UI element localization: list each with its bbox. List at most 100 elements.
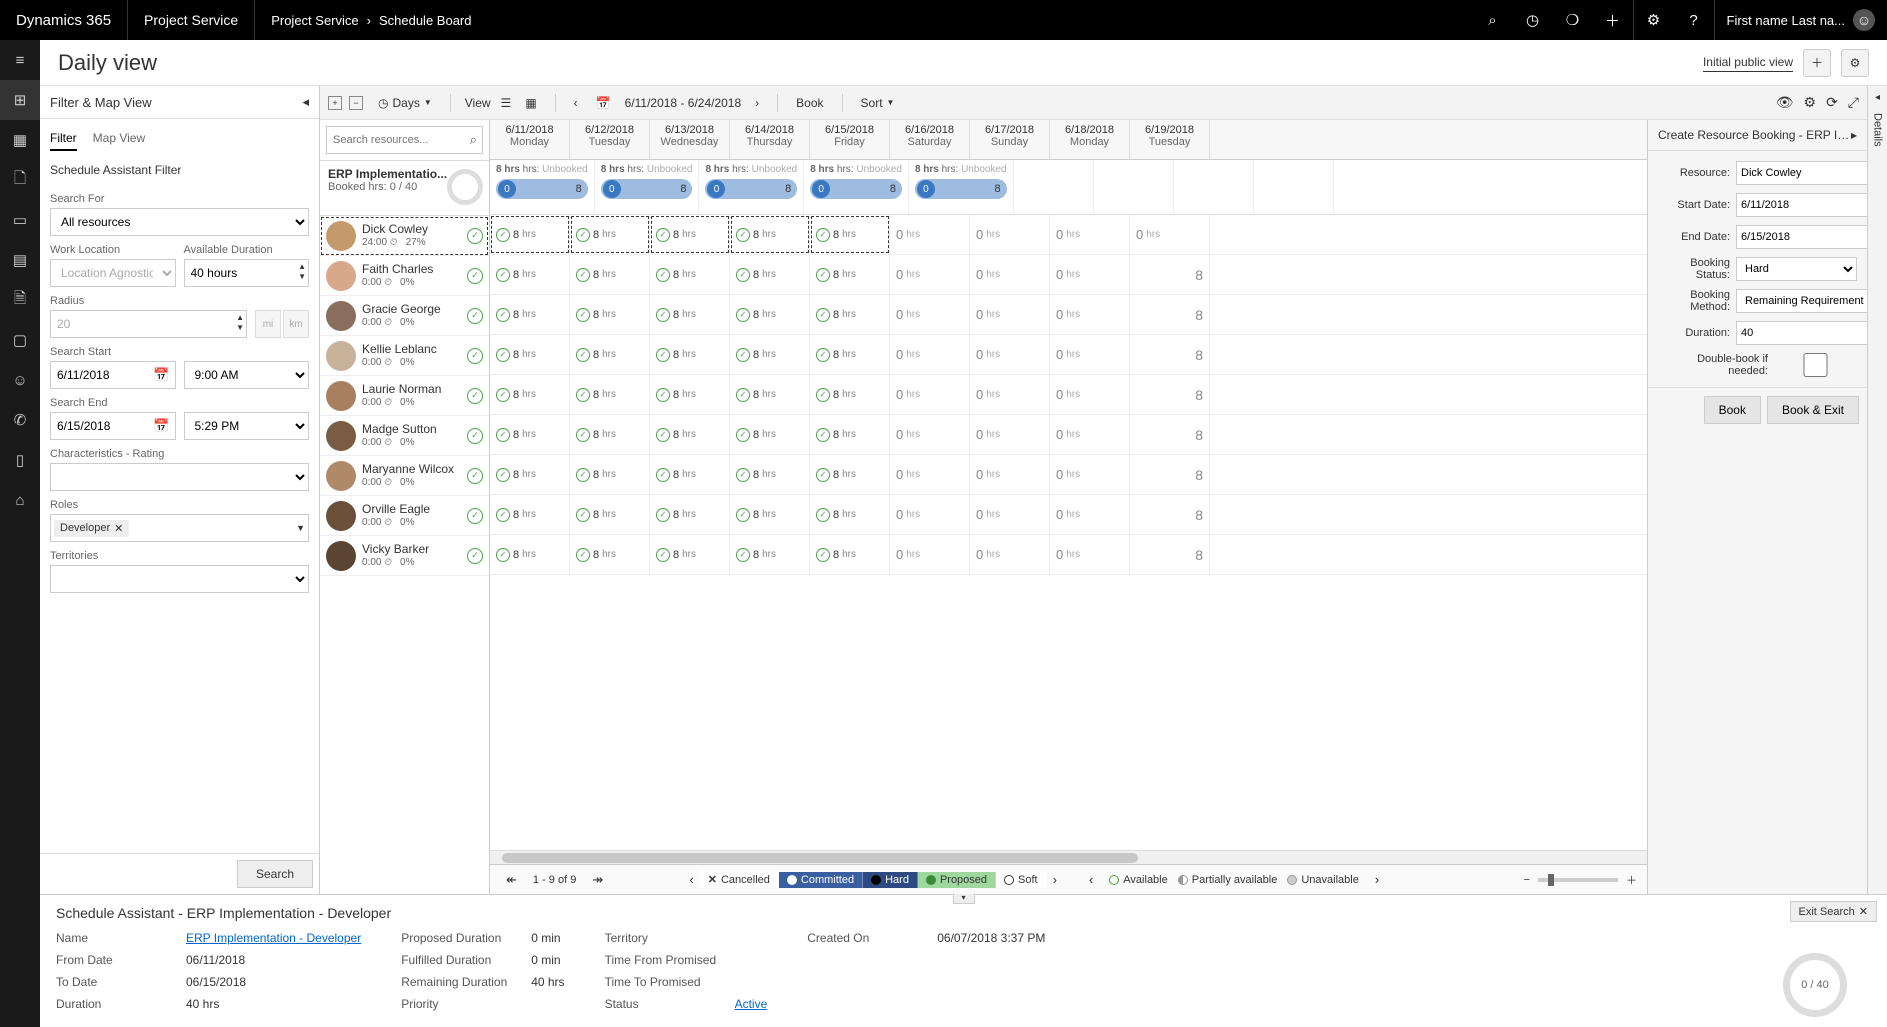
- grid-view-icon[interactable]: ▦: [521, 94, 540, 112]
- schedule-cell[interactable]: 0hrs: [1050, 335, 1130, 374]
- schedule-cell[interactable]: ✓8hrs: [810, 495, 890, 534]
- schedule-cell[interactable]: ✓8hrs: [810, 335, 890, 374]
- search-start-time[interactable]: 9:00 AM: [184, 361, 310, 389]
- resource-row[interactable]: Madge Sutton0:00 ⏲0%✓: [320, 416, 489, 456]
- rail-item[interactable]: ▤: [0, 240, 40, 280]
- resource-row[interactable]: Vicky Barker0:00 ⏲0%✓: [320, 536, 489, 576]
- schedule-cell[interactable]: 0hrs: [970, 375, 1050, 414]
- resource-row[interactable]: Orville Eagle0:00 ⏲0%✓: [320, 496, 489, 536]
- add-icon[interactable]: ＋: [1593, 0, 1633, 40]
- schedule-cell[interactable]: 8: [1130, 495, 1210, 534]
- resource-row[interactable]: Kellie Leblanc0:00 ⏲0%✓: [320, 336, 489, 376]
- spinner-icon[interactable]: ▲▼: [298, 262, 306, 282]
- expand-handle-icon[interactable]: ▾: [953, 894, 975, 904]
- schedule-cell[interactable]: 0hrs: [970, 215, 1050, 254]
- unit-km-button[interactable]: km: [283, 310, 309, 338]
- search-start-date[interactable]: [50, 361, 176, 389]
- gear-icon[interactable]: ⚙: [1804, 94, 1817, 111]
- horizontal-scrollbar[interactable]: [490, 850, 1647, 864]
- schedule-cell[interactable]: ✓8hrs: [730, 375, 810, 414]
- schedule-cell[interactable]: 0hrs: [890, 215, 970, 254]
- collapse-icon[interactable]: ◂: [302, 94, 309, 110]
- schedule-cell[interactable]: 8: [1130, 375, 1210, 414]
- refresh-icon[interactable]: ⟳: [1826, 94, 1838, 111]
- chevron-down-icon[interactable]: ▼: [296, 523, 305, 533]
- schedule-cell[interactable]: 0hrs: [1050, 375, 1130, 414]
- schedule-cell[interactable]: 0hrs: [890, 455, 970, 494]
- schedule-cell[interactable]: 0hrs: [1050, 415, 1130, 454]
- details-rail[interactable]: ◂ Details: [1867, 86, 1887, 894]
- breadcrumb-item[interactable]: Project Service: [271, 13, 358, 28]
- schedule-cell[interactable]: ✓8hrs: [570, 535, 650, 574]
- requirement-cell[interactable]: [1254, 160, 1334, 214]
- rail-item[interactable]: 🗋: [0, 160, 40, 200]
- tab-filter[interactable]: Filter: [50, 127, 77, 151]
- schedule-cell[interactable]: 0hrs: [1050, 495, 1130, 534]
- user-menu[interactable]: First name Last na... ☺: [1715, 9, 1887, 31]
- schedule-cell[interactable]: 0hrs: [1050, 455, 1130, 494]
- schedule-cell[interactable]: ✓8hrs: [490, 495, 570, 534]
- resource-row[interactable]: Maryanne Wilcox0:00 ⏲0%✓: [320, 456, 489, 496]
- schedule-cell[interactable]: 0hrs: [1050, 255, 1130, 294]
- schedule-cell[interactable]: ✓8hrs: [650, 335, 730, 374]
- schedule-cell[interactable]: ✓8hrs: [730, 455, 810, 494]
- expand-icon[interactable]: +: [328, 96, 342, 110]
- requirement-cell[interactable]: [1014, 160, 1094, 214]
- start-date-input[interactable]: [1736, 193, 1867, 217]
- schedule-cell[interactable]: ✓8hrs: [730, 255, 810, 294]
- schedule-cell[interactable]: 0hrs: [1050, 535, 1130, 574]
- calendar-icon[interactable]: 📅: [592, 94, 615, 112]
- search-for-select[interactable]: All resources: [50, 208, 309, 236]
- available-duration-input[interactable]: [184, 259, 310, 287]
- schedule-cell[interactable]: ✓8hrs: [730, 215, 810, 254]
- schedule-cell[interactable]: ✓8hrs: [570, 415, 650, 454]
- requirement-cell[interactable]: 8 hrs hrs: Unbooked08: [490, 160, 595, 214]
- view-name[interactable]: Initial public view: [1703, 53, 1793, 72]
- resource-search-input[interactable]: [326, 126, 483, 154]
- schedule-cell[interactable]: ✓8hrs: [570, 375, 650, 414]
- schedule-cell[interactable]: 0hrs: [970, 455, 1050, 494]
- close-icon[interactable]: ✕: [114, 522, 123, 535]
- end-date-input[interactable]: [1736, 225, 1867, 249]
- requirement-link[interactable]: ERP Implementation - Developer: [186, 931, 361, 945]
- status-link[interactable]: Active: [735, 997, 768, 1011]
- next-icon[interactable]: ›: [751, 94, 763, 112]
- requirement-cell[interactable]: 8 hrs hrs: Unbooked08: [699, 160, 804, 214]
- spinner-icon[interactable]: ▲▼: [236, 313, 244, 333]
- exit-search-button[interactable]: Exit Search✕: [1790, 901, 1877, 922]
- schedule-cell[interactable]: 8: [1130, 335, 1210, 374]
- resource-row[interactable]: Laurie Norman0:00 ⏲0%✓: [320, 376, 489, 416]
- rail-item[interactable]: ☺: [0, 360, 40, 400]
- page-next-icon[interactable]: ↠: [586, 872, 609, 888]
- requirement-cell[interactable]: 8 hrs hrs: Unbooked08: [595, 160, 700, 214]
- list-view-icon[interactable]: ☰: [497, 94, 516, 112]
- schedule-cell[interactable]: ✓8hrs: [810, 415, 890, 454]
- breadcrumb-item[interactable]: Schedule Board: [379, 13, 472, 28]
- search-end-time[interactable]: 5:29 PM: [184, 412, 310, 440]
- search-end-date[interactable]: [50, 412, 176, 440]
- schedule-cell[interactable]: ✓8hrs: [490, 455, 570, 494]
- characteristics-select[interactable]: [50, 463, 309, 491]
- legend-prev-icon[interactable]: ‹: [683, 872, 699, 887]
- schedule-cell[interactable]: ✓8hrs: [650, 375, 730, 414]
- zoom-in-icon[interactable]: ＋: [1626, 872, 1637, 888]
- schedule-cell[interactable]: ✓8hrs: [490, 335, 570, 374]
- lightbulb-icon[interactable]: ❍: [1553, 0, 1593, 40]
- schedule-cell[interactable]: 0hrs: [890, 375, 970, 414]
- menu-icon[interactable]: ≡: [0, 40, 40, 80]
- rail-item[interactable]: ⊞: [0, 80, 40, 120]
- search-icon[interactable]: ⌕: [1473, 0, 1513, 40]
- unit-mi-button[interactable]: mi: [255, 310, 281, 338]
- schedule-cell[interactable]: ✓8hrs: [650, 535, 730, 574]
- schedule-cell[interactable]: 0hrs: [970, 495, 1050, 534]
- duration-input[interactable]: [1736, 321, 1867, 345]
- requirement-cell[interactable]: 8 hrs hrs: Unbooked08: [804, 160, 909, 214]
- schedule-cell[interactable]: ✓8hrs: [570, 335, 650, 374]
- schedule-cell[interactable]: ✓8hrs: [730, 415, 810, 454]
- resource-input[interactable]: [1736, 161, 1867, 185]
- requirement-summary[interactable]: ERP Implementatio... Booked hrs: 0 / 40: [320, 161, 489, 216]
- schedule-cell[interactable]: 0hrs: [970, 295, 1050, 334]
- avail-next-icon[interactable]: ›: [1369, 872, 1385, 887]
- zoom-slider[interactable]: [1538, 878, 1618, 882]
- schedule-cell[interactable]: 0hrs: [970, 535, 1050, 574]
